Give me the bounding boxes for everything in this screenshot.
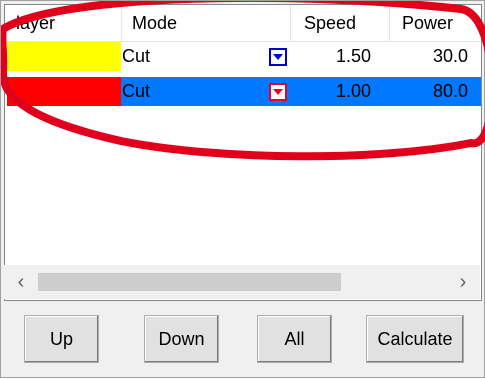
column-header-layer[interactable]: layer	[5, 5, 122, 41]
mode-dropdown-button[interactable]	[269, 83, 287, 101]
speed-cell[interactable]: 1.50	[291, 42, 371, 71]
scroll-left-icon[interactable]: ‹	[4, 265, 38, 299]
power-cell[interactable]: 80.0	[390, 77, 468, 106]
scroll-right-icon[interactable]: ›	[446, 265, 480, 299]
mode-cell[interactable]: Cut	[122, 42, 150, 71]
layer-color-swatch[interactable]	[7, 42, 121, 71]
mode-dropdown-button[interactable]	[269, 48, 287, 66]
table-row[interactable]: Cut 1.50 30.0	[5, 42, 481, 71]
column-header-speed[interactable]: Speed	[291, 5, 390, 41]
up-button[interactable]: Up	[24, 315, 99, 363]
layer-color-swatch[interactable]	[7, 77, 121, 106]
list-header: layer Mode Speed Power	[5, 5, 481, 42]
chevron-down-icon	[273, 89, 283, 95]
chevron-down-icon	[273, 54, 283, 60]
layer-settings-panel: layer Mode Speed Power Cut 1.50 30.0 Cut…	[0, 0, 485, 378]
scrollbar-thumb[interactable]	[38, 273, 341, 291]
speed-cell[interactable]: 1.00	[291, 77, 371, 106]
power-cell[interactable]: 30.0	[390, 42, 468, 71]
mode-cell[interactable]: Cut	[122, 77, 150, 106]
table-row[interactable]: Cut 1.00 80.0	[5, 77, 481, 106]
column-header-mode[interactable]: Mode	[122, 5, 291, 41]
all-button[interactable]: All	[257, 315, 332, 363]
horizontal-scrollbar[interactable]: ‹ ›	[4, 265, 480, 299]
calculate-button[interactable]: Calculate	[366, 315, 464, 363]
down-button[interactable]: Down	[144, 315, 219, 363]
layer-list-view[interactable]: layer Mode Speed Power Cut 1.50 30.0 Cut…	[4, 4, 482, 301]
column-header-power[interactable]: Power	[390, 5, 481, 41]
